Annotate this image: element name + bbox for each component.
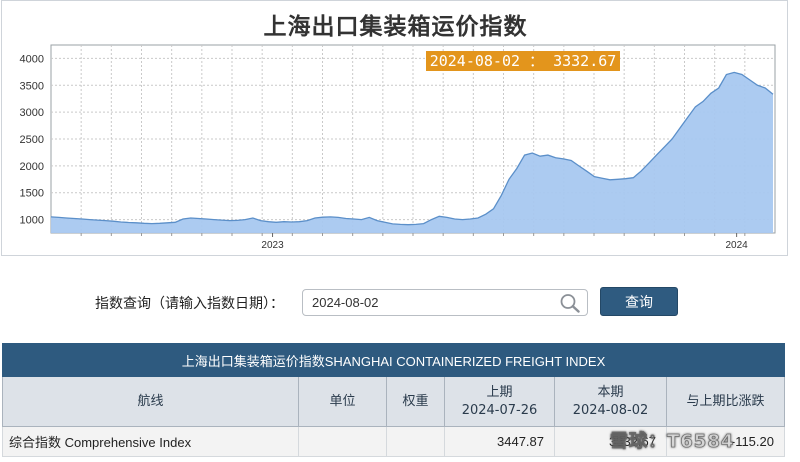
x-tick-label: 2023 — [261, 240, 284, 251]
y-tick-label: 1000 — [20, 215, 44, 227]
query-button[interactable]: 查询 — [600, 287, 678, 316]
header-unit: 单位 — [298, 376, 387, 427]
change-value-cell: -115.20 — [666, 426, 785, 457]
freight-index-table: 上海出口集装箱运价指数SHANGHAI CONTAINERIZED FREIGH… — [2, 343, 785, 457]
header-current: 本期 2024-08-02 — [554, 376, 667, 427]
table-row: 综合指数 Comprehensive Index 3447.87 3332.67… — [2, 426, 785, 457]
unit-cell — [298, 426, 387, 457]
query-label: 指数查询（请输入指数日期）： — [95, 296, 284, 312]
header-change: 与上期比涨跌 — [666, 376, 785, 427]
y-tick-label: 4000 — [20, 53, 44, 65]
header-current-title: 本期 — [597, 384, 624, 400]
y-tick-label: 3000 — [20, 107, 44, 119]
y-tick-label: 1500 — [20, 188, 44, 200]
y-tick-label: 2500 — [20, 134, 44, 146]
header-previous-title: 上期 — [486, 384, 513, 400]
route-name-cell: 综合指数 Comprehensive Index — [2, 426, 299, 457]
header-route: 航线 — [2, 376, 299, 427]
table-caption: 上海出口集装箱运价指数SHANGHAI CONTAINERIZED FREIGH… — [2, 343, 785, 377]
header-previous: 上期 2024-07-26 — [444, 376, 555, 427]
header-current-date: 2024-08-02 — [572, 402, 649, 418]
previous-value-cell: 3447.87 — [444, 426, 555, 457]
index-chart-panel: 上海出口集装箱运价指数 1000 1500 2000 2500 3000 3500 4000… — [1, 0, 788, 256]
y-tick-label: 3500 — [20, 80, 44, 92]
date-input[interactable] — [312, 290, 552, 315]
x-tick-label: 2024 — [726, 240, 749, 251]
header-weight: 权重 — [386, 376, 445, 427]
current-value-cell: 3332.67 — [554, 426, 667, 457]
tooltip-label: 2024-08-02 ： 3332.67 — [430, 52, 617, 70]
y-tick-label: 2000 — [20, 161, 44, 173]
weight-cell — [386, 426, 445, 457]
table-caption-row: 上海出口集装箱运价指数SHANGHAI CONTAINERIZED FREIGH… — [2, 343, 785, 377]
search-icon[interactable] — [559, 293, 581, 313]
index-chart: 1000 1500 2000 2500 3000 3500 4000 2023 2024 2024… — [20, 44, 776, 251]
table-header-row: 航线 单位 权重 上期 2024-07-26 本期 2024-08-02 与上期… — [2, 376, 785, 427]
date-query-field — [302, 289, 588, 316]
header-previous-date: 2024-07-26 — [461, 402, 538, 418]
